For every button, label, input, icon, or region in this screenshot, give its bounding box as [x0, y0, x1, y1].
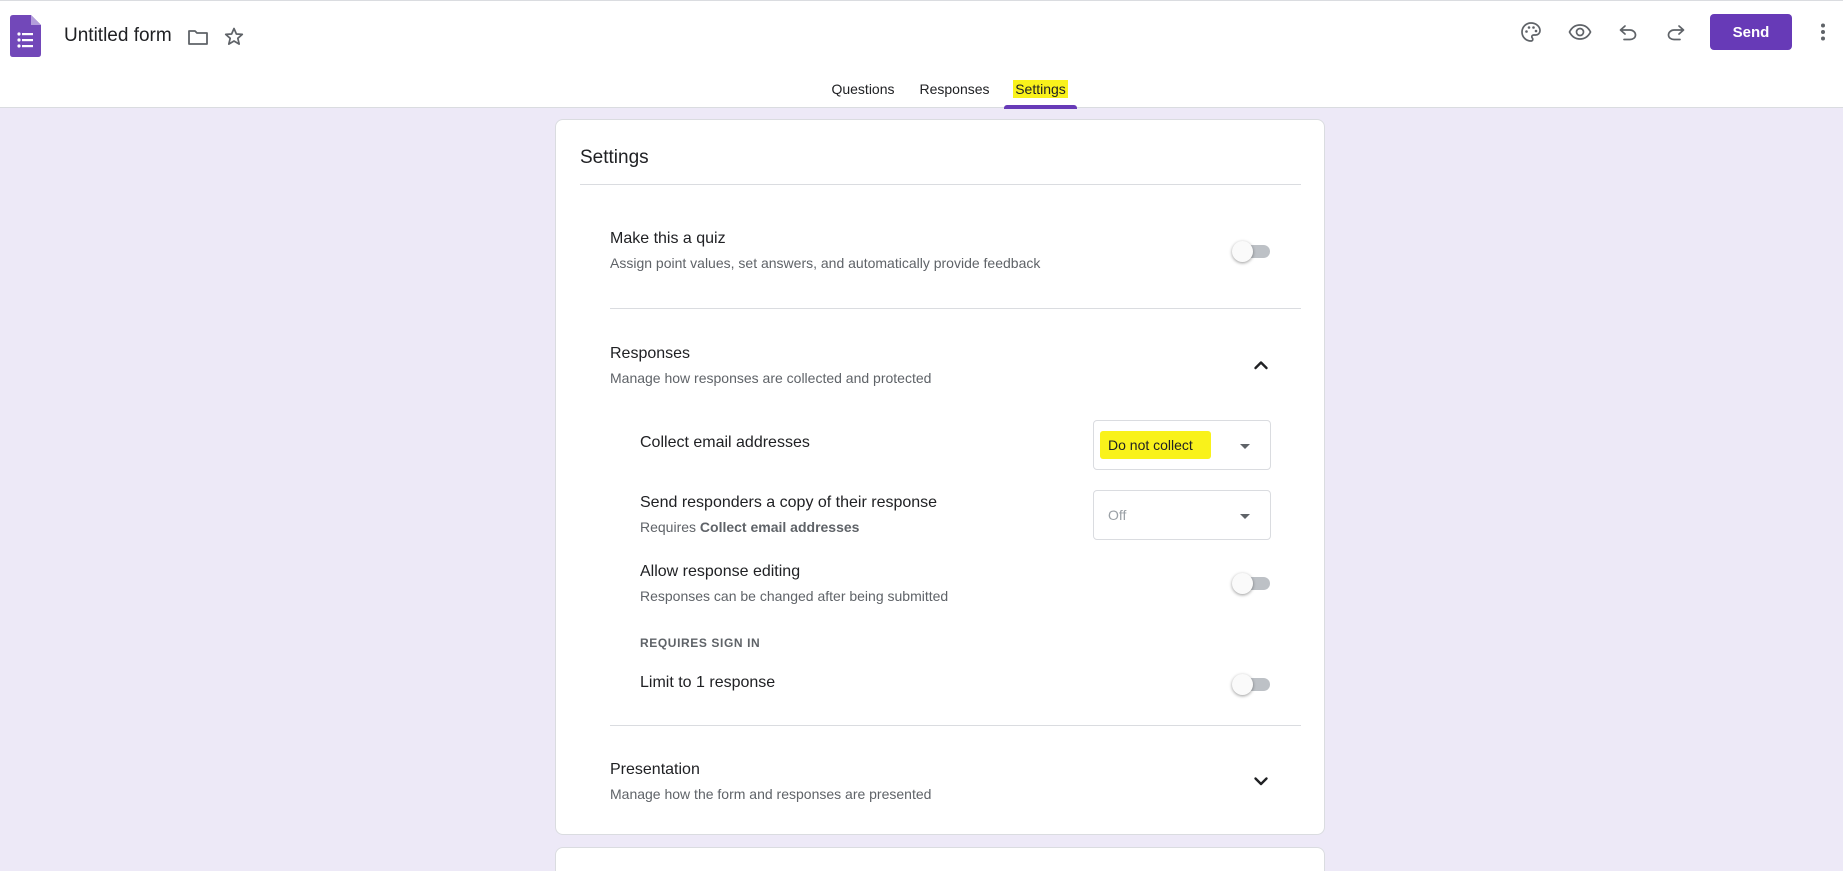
quiz-divider	[610, 308, 1301, 309]
tab-bar: Questions Responses Settings	[0, 71, 1843, 109]
responses-section-subtitle: Manage how responses are collected and p…	[610, 370, 932, 386]
limit-one-response-toggle[interactable]	[1232, 672, 1272, 695]
allow-editing-label: Allow response editing	[640, 563, 801, 580]
presentation-section-subtitle: Manage how the form and responses are pr…	[610, 786, 932, 802]
requires-sign-in-heading: REQUIRES SIGN IN	[640, 636, 761, 650]
presentation-section-title: Presentation	[610, 761, 700, 778]
quiz-subtitle: Assign point values, set answers, and au…	[610, 255, 1041, 271]
star-icon[interactable]	[220, 23, 248, 51]
dropdown-arrow-icon	[1240, 444, 1250, 449]
send-copy-requirement: Requires Collect email addresses	[640, 519, 859, 535]
tab-questions[interactable]: Questions	[828, 71, 898, 108]
title-divider	[580, 184, 1301, 185]
more-vert-icon[interactable]	[1811, 18, 1835, 46]
chevron-down-icon[interactable]	[1249, 769, 1273, 793]
preview-eye-icon[interactable]	[1566, 18, 1594, 46]
folder-icon[interactable]	[184, 23, 212, 51]
requires-prefix: Requires	[640, 519, 700, 535]
limit-one-response-label: Limit to 1 response	[640, 674, 776, 691]
requires-setting-name: Collect email addresses	[699, 519, 860, 535]
tab-settings-label: Settings	[1013, 80, 1068, 98]
defaults-card	[555, 847, 1325, 871]
responses-section-title: Responses	[610, 345, 691, 362]
allow-editing-toggle[interactable]	[1232, 571, 1272, 594]
collect-email-label: Collect email addresses	[640, 434, 810, 451]
palette-icon[interactable]	[1517, 18, 1545, 46]
tab-responses[interactable]: Responses	[918, 71, 991, 108]
settings-title: Settings	[580, 147, 649, 168]
quiz-title: Make this a quiz	[610, 230, 726, 247]
forms-logo-icon[interactable]	[10, 15, 41, 57]
quiz-toggle[interactable]	[1232, 239, 1272, 262]
undo-icon[interactable]	[1614, 18, 1642, 46]
send-button[interactable]: Send	[1710, 14, 1792, 50]
send-copy-dropdown[interactable]: Off	[1093, 490, 1271, 540]
collect-email-dropdown[interactable]: Do not collect	[1093, 420, 1271, 470]
send-copy-label: Send responders a copy of their response	[640, 494, 938, 511]
chevron-up-icon[interactable]	[1249, 353, 1273, 377]
app-header: Untitled form Send Questions Responses S…	[0, 0, 1843, 109]
collect-email-value: Do not collect	[1100, 431, 1211, 459]
redo-icon[interactable]	[1662, 18, 1690, 46]
dropdown-arrow-icon	[1240, 514, 1250, 519]
form-title[interactable]: Untitled form	[64, 25, 172, 47]
responses-divider	[610, 725, 1301, 726]
tab-settings[interactable]: Settings	[1004, 71, 1077, 108]
send-copy-value: Off	[1108, 507, 1127, 523]
allow-editing-subtitle: Responses can be changed after being sub…	[640, 588, 949, 604]
active-tab-indicator	[1004, 105, 1077, 109]
settings-card: Settings Make this a quiz Assign point v…	[555, 119, 1325, 835]
